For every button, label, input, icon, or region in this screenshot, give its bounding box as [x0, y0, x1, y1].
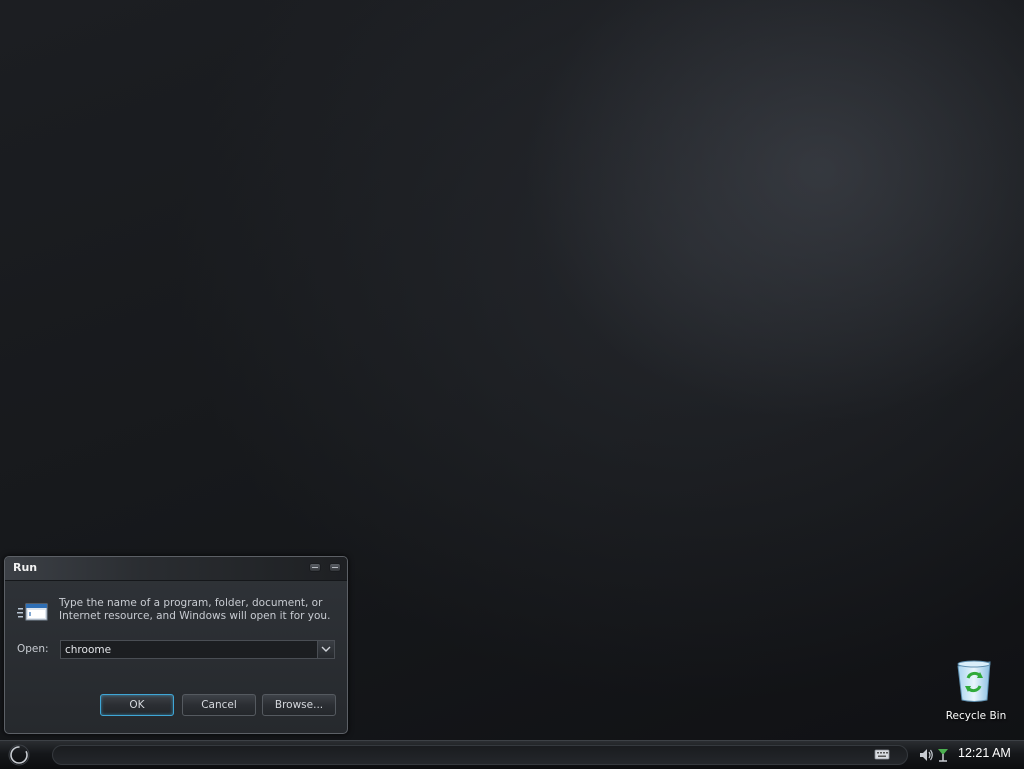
run-icon — [17, 603, 48, 621]
open-input[interactable] — [61, 641, 315, 658]
system-tray: 12:21 AM — [912, 742, 1024, 768]
run-dialog: Run Type the name of a program, folder, … — [4, 556, 348, 734]
recycle-bin-shortcut[interactable]: Recycle Bin — [938, 654, 1014, 726]
recycle-bin-icon — [957, 660, 991, 702]
taskbar — [0, 740, 1024, 769]
ok-button[interactable]: OK — [100, 694, 174, 716]
recycle-bin-label: Recycle Bin — [945, 710, 1007, 722]
dialog-title: Run — [13, 561, 38, 574]
network-icon[interactable] — [936, 747, 950, 763]
open-combobox[interactable] — [60, 640, 335, 659]
close-button[interactable] — [329, 563, 341, 572]
chevron-down-icon — [321, 646, 331, 652]
browse-button[interactable]: Browse... — [262, 694, 336, 716]
cancel-button[interactable]: Cancel — [182, 694, 256, 716]
volume-icon[interactable] — [918, 747, 934, 763]
keyboard-icon[interactable] — [874, 747, 890, 761]
dropdown-button[interactable] — [317, 641, 334, 658]
run-description: Type the name of a program, folder, docu… — [59, 597, 331, 622]
desktop: Run Type the name of a program, folder, … — [0, 0, 1024, 769]
clock[interactable]: 12:21 AM — [958, 746, 1020, 760]
start-orb-icon[interactable] — [4, 743, 36, 767]
taskbar-task-area[interactable] — [52, 745, 908, 765]
title-bar[interactable]: Run — [5, 557, 347, 581]
open-label: Open: — [17, 643, 49, 655]
minimize-button[interactable] — [309, 563, 321, 572]
